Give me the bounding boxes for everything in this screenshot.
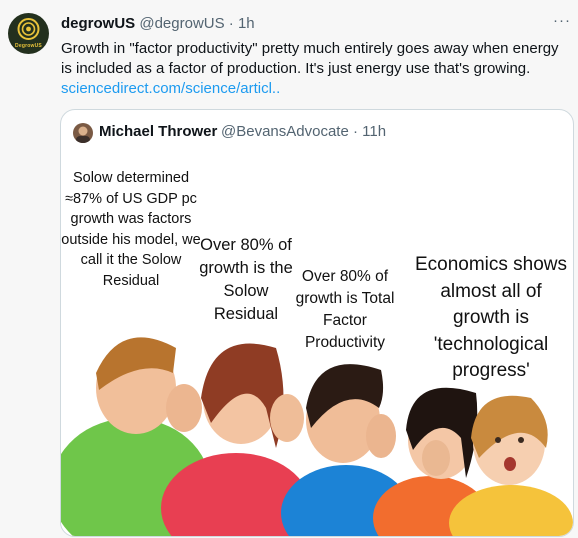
quoted-display-name: Michael Thrower (99, 123, 218, 140)
meme-caption-3: Over 80% of growth is Total Factor Produ… (295, 268, 395, 351)
quoted-time: 11h (362, 123, 387, 140)
tweet[interactable]: DegrowUS degrowUS @degrowUS · 1h ··· Gro… (0, 0, 578, 538)
quoted-separator: · (352, 123, 358, 140)
article-link[interactable]: sciencedirect.com/science/articl.. (61, 80, 280, 97)
handle[interactable]: @degrowUS (139, 15, 224, 32)
tweet-body: Growth in "factor productivity" pretty m… (61, 40, 559, 77)
tweet-header: degrowUS @degrowUS · 1h (61, 14, 255, 33)
avatar[interactable]: DegrowUS (8, 13, 49, 54)
quoted-meta: @BevansAdvocate · 11h (221, 123, 386, 140)
quoted-handle: @BevansAdvocate (221, 123, 349, 140)
quoted-avatar (73, 123, 93, 143)
more-horizontal-icon[interactable]: ··· (553, 12, 571, 29)
meme-caption-1: Solow determined ≈87% of US GDP pc growt… (61, 170, 201, 289)
meme-caption-2: Over 80% of growth is the Solow Residual (199, 236, 293, 323)
meme-image[interactable]: Solow determined ≈87% of US GDP pc growt… (61, 158, 573, 536)
timestamp[interactable]: 1h (238, 15, 255, 32)
display-name[interactable]: degrowUS (61, 15, 135, 32)
meme-caption-4: Economics shows almost all of growth is … (414, 254, 568, 381)
quoted-tweet[interactable]: Michael Thrower @BevansAdvocate · 11h So… (60, 109, 574, 537)
separator-dot: · (228, 15, 234, 32)
tweet-text: Growth in "factor productivity" pretty m… (61, 39, 566, 99)
avatar-logo-text: DegrowUS (15, 43, 42, 49)
